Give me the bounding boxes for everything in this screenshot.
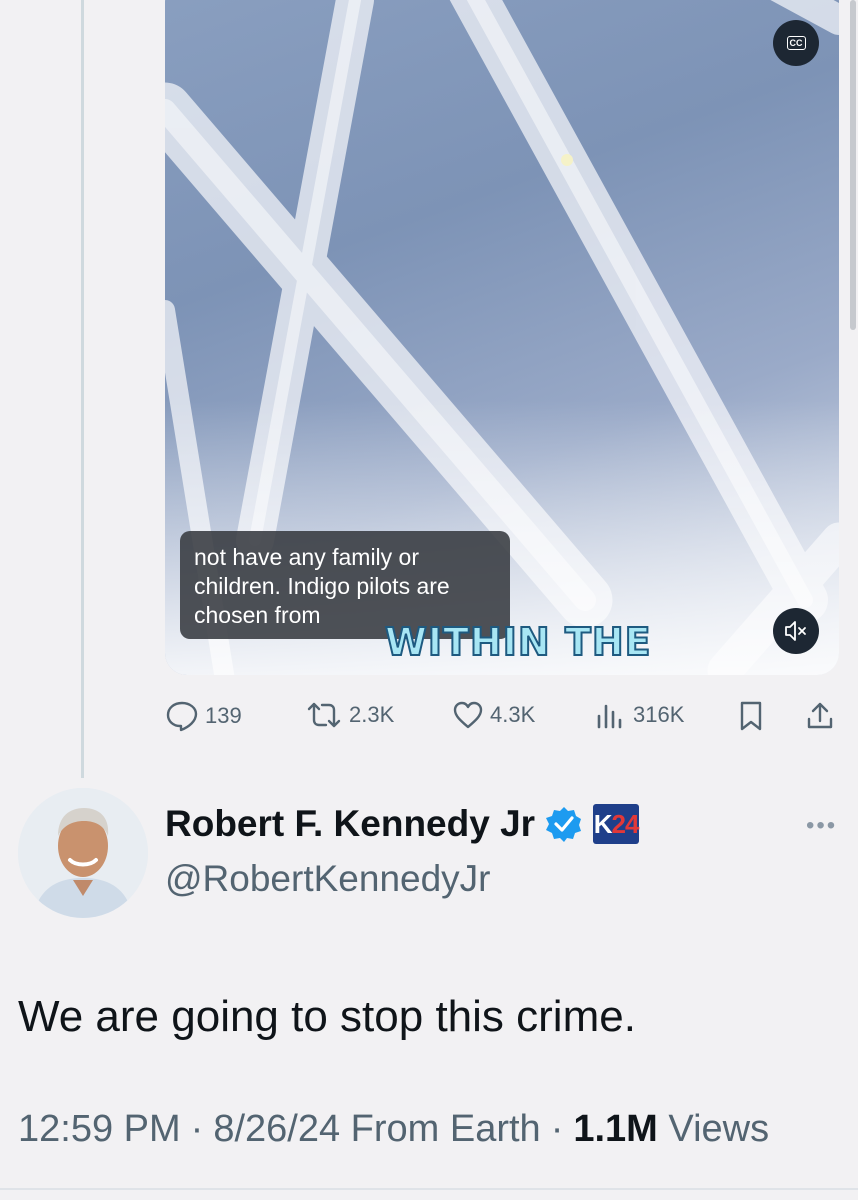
author-name[interactable]: Robert F. Kennedy Jr (165, 803, 535, 845)
verified-badge-icon[interactable] (545, 805, 583, 843)
tweet-action-bar: 139 2.3K 4.3K 316K (165, 700, 845, 736)
heart-icon (453, 701, 483, 729)
divider (0, 1188, 858, 1190)
analytics-icon (597, 704, 622, 729)
meta-separator: · (190, 1108, 204, 1150)
tweet-time[interactable]: 12:59 PM (18, 1108, 181, 1151)
bookmark-icon (740, 701, 762, 731)
meta-separator: · (550, 1108, 564, 1150)
views-total: 1.1M (573, 1108, 658, 1150)
tweet-views[interactable]: 1.1M Views (573, 1108, 769, 1151)
like-count: 4.3K (490, 702, 536, 727)
author-handle[interactable]: @RobertKennedyJr (165, 858, 491, 900)
author-avatar[interactable] (18, 788, 148, 918)
speaker-muted-icon (785, 621, 806, 641)
reply-button[interactable]: 139 (165, 700, 242, 732)
bookmark-button[interactable] (737, 700, 765, 732)
reply-icon (166, 701, 198, 732)
thread-connector-line (81, 0, 84, 778)
tweet-text: We are going to stop this crime. (18, 992, 636, 1041)
share-button[interactable] (805, 700, 835, 732)
share-icon (807, 702, 833, 729)
tweet-metadata: 12:59 PM · 8/26/24 From Earth · 1.1M Vie… (18, 1108, 769, 1151)
affiliate-badge-k: K (593, 808, 613, 839)
author-name-row: Robert F. Kennedy Jr K 24 (165, 803, 639, 845)
repost-button[interactable]: 2.3K (305, 700, 394, 730)
tweet-date-source[interactable]: 8/26/24 From Earth (213, 1108, 540, 1151)
repost-icon (307, 702, 341, 728)
video-player[interactable]: CC not have any family or children. Indi… (165, 0, 839, 675)
repost-count: 2.3K (349, 702, 395, 727)
affiliate-badge-24: 24 (611, 808, 640, 839)
captions-button[interactable]: CC (773, 20, 819, 66)
video-overlay-text: WITHIN THE (384, 619, 652, 665)
like-button[interactable]: 4.3K (452, 700, 535, 730)
mute-button[interactable] (773, 608, 819, 654)
affiliate-badge[interactable]: K 24 (593, 804, 639, 844)
views-button[interactable]: 316K (595, 700, 684, 730)
captions-label: CC (786, 36, 806, 50)
avatar-photo (18, 788, 148, 918)
views-label: Views (668, 1108, 770, 1150)
views-count: 316K (633, 702, 685, 727)
more-options-button[interactable]: ••• (806, 812, 837, 840)
scrollbar[interactable] (850, 0, 856, 330)
reply-count: 139 (205, 703, 242, 728)
